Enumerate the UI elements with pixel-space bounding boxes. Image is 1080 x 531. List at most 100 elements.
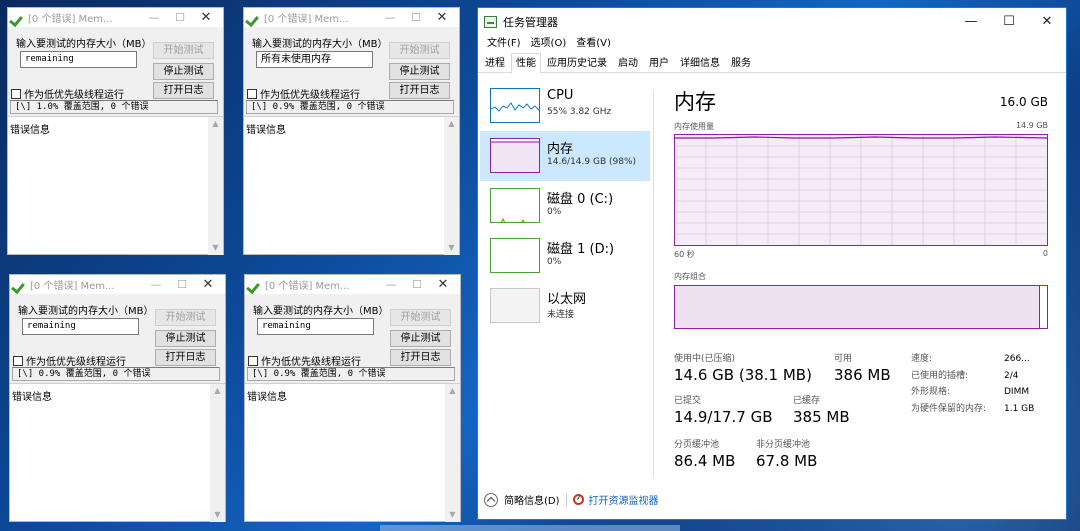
error-log-area[interactable]: 错误信息 ▲ ▼ (10, 383, 225, 522)
tab-users[interactable]: 用户 (644, 53, 674, 72)
sidebar-item-memory[interactable]: 内存 14.6/14.9 GB (98%) (480, 131, 650, 181)
open-resource-monitor-link[interactable]: 打开资源监视器 (589, 492, 659, 507)
log-scrollbar[interactable]: ▲ ▼ (210, 384, 225, 522)
maximize-icon[interactable]: ☐ (169, 275, 195, 294)
maximize-icon[interactable]: ☐ (403, 8, 429, 27)
task-manager-window[interactable]: 任务管理器 — ☐ ✕ 文件(F) 选项(O) 查看(V) 进程 性能 应用历史… (477, 7, 1067, 520)
stat-label: 已缓存 (793, 396, 821, 406)
graph-axis-right: 0 (1042, 249, 1048, 258)
start-test-button[interactable]: 开始测试 (155, 309, 216, 326)
menu-view[interactable]: 查看(V) (571, 35, 616, 53)
size-input[interactable]: remaining (20, 51, 137, 68)
minimize-icon[interactable]: — (141, 8, 167, 27)
start-test-button[interactable]: 开始测试 (153, 42, 214, 59)
stat-label: 已提交 (674, 396, 702, 406)
stop-test-button[interactable]: 停止测试 (153, 63, 214, 80)
low-priority-option[interactable]: 作为低优先级线程运行 (11, 86, 124, 101)
open-log-button[interactable]: 打开日志 (153, 82, 214, 99)
stop-test-button[interactable]: 停止测试 (390, 330, 451, 347)
tab-app-history[interactable]: 应用历史记录 (542, 53, 612, 72)
scroll-down-icon[interactable]: ▼ (208, 241, 223, 255)
low-priority-checkbox[interactable] (247, 88, 257, 99)
title-bar[interactable]: [0 个错误] Mem... — ☐ ✕ (8, 8, 223, 27)
menu-options[interactable]: 选项(O) (526, 35, 572, 53)
minimize-icon[interactable]: — (143, 275, 169, 294)
stat-paged-pool: 分页缓冲池 86.4 MB (674, 437, 735, 470)
fewer-details-button[interactable]: 简略信息(D) (504, 492, 560, 507)
maximize-icon[interactable]: ☐ (404, 275, 430, 294)
start-test-button[interactable]: 开始测试 (390, 309, 451, 326)
slots-label: 已使用的插槽: (911, 370, 969, 381)
memtest-window-2[interactable]: [0 个错误] Mem... — ☐ ✕ 输入要测试的内存大小（MB） 所有未使… (243, 7, 460, 255)
low-priority-checkbox[interactable] (13, 355, 23, 366)
resource-monitor-icon[interactable] (572, 494, 584, 505)
tab-processes[interactable]: 进程 (480, 53, 510, 72)
sidebar-name: 内存 (547, 142, 574, 157)
scroll-up-icon[interactable]: ▲ (208, 117, 223, 131)
size-input[interactable]: 所有未使用内存 (256, 51, 373, 68)
close-icon[interactable]: ✕ (429, 8, 455, 27)
close-icon[interactable]: ✕ (195, 275, 221, 294)
size-label: 输入要测试的内存大小（MB） (253, 306, 389, 317)
error-log-area[interactable]: 错误信息 ▲ ▼ (245, 383, 460, 522)
memtest-window-1[interactable]: [0 个错误] Mem... — ☐ ✕ 输入要测试的内存大小（MB） rema… (7, 7, 224, 255)
stat-label: 分页缓冲池 (674, 440, 720, 450)
scroll-down-icon[interactable]: ▼ (444, 241, 459, 255)
minimize-icon[interactable]: — (952, 8, 990, 35)
low-priority-option[interactable]: 作为低优先级线程运行 (247, 86, 360, 101)
title-bar[interactable]: [0 个错误] Mem... — ☐ ✕ (244, 8, 459, 27)
open-log-button[interactable]: 打开日志 (390, 349, 451, 366)
scroll-down-icon[interactable]: ▼ (445, 508, 460, 522)
title-bar[interactable]: [0 个错误] Mem... — ☐ ✕ (245, 275, 460, 294)
sidebar-item-ethernet[interactable]: 以太网 未连接 (480, 281, 650, 331)
chevron-up-icon[interactable] (484, 492, 498, 507)
scroll-up-icon[interactable]: ▲ (444, 117, 459, 131)
minimize-icon[interactable]: — (377, 8, 403, 27)
composition-in-use (675, 286, 1040, 328)
log-scrollbar[interactable]: ▲ ▼ (445, 384, 460, 522)
close-icon[interactable]: ✕ (430, 275, 456, 294)
scroll-up-icon[interactable]: ▲ (210, 384, 225, 398)
maximize-icon[interactable]: ☐ (167, 8, 193, 27)
error-log-area[interactable]: 错误信息 ▲ ▼ (244, 116, 459, 255)
sidebar-item-disk-0[interactable]: 磁盘 0 (C:) 0% (480, 181, 650, 231)
pane-divider[interactable] (653, 90, 654, 478)
tab-services[interactable]: 服务 (726, 53, 756, 72)
minimize-icon[interactable]: — (378, 275, 404, 294)
error-info-label: 错误信息 (246, 125, 286, 136)
close-icon[interactable]: ✕ (193, 8, 219, 27)
size-input[interactable]: remaining (22, 318, 139, 335)
log-scrollbar[interactable]: ▲ ▼ (444, 117, 459, 255)
title-bar[interactable]: [0 个错误] Mem... — ☐ ✕ (10, 275, 225, 294)
memtest-window-3[interactable]: [0 个错误] Mem... — ☐ ✕ 输入要测试的内存大小（MB） rema… (9, 274, 226, 522)
stat-value: 14.6 GB (38.1 MB) (674, 366, 812, 384)
scroll-down-icon[interactable]: ▼ (210, 508, 225, 522)
scroll-up-icon[interactable]: ▲ (445, 384, 460, 398)
stat-in-use: 使用中(已压缩) 14.6 GB (38.1 MB) (674, 351, 812, 384)
tab-startup[interactable]: 启动 (613, 53, 643, 72)
memtest-logo-icon (11, 12, 23, 24)
low-priority-option[interactable]: 作为低优先级线程运行 (248, 353, 361, 368)
open-log-button[interactable]: 打开日志 (389, 82, 450, 99)
tab-details[interactable]: 详细信息 (675, 53, 725, 72)
disk-thumbnail (490, 238, 540, 273)
close-icon[interactable]: ✕ (1028, 8, 1066, 35)
stop-test-button[interactable]: 停止测试 (155, 330, 216, 347)
usage-graph-svg (675, 135, 1047, 245)
open-log-button[interactable]: 打开日志 (155, 349, 216, 366)
menu-file[interactable]: 文件(F) (482, 35, 526, 53)
tab-performance[interactable]: 性能 (511, 53, 541, 74)
maximize-icon[interactable]: ☐ (990, 8, 1028, 35)
memtest-window-4[interactable]: [0 个错误] Mem... — ☐ ✕ 输入要测试的内存大小（MB） rema… (244, 274, 461, 522)
size-input[interactable]: remaining (257, 318, 374, 335)
low-priority-checkbox[interactable] (248, 355, 258, 366)
log-scrollbar[interactable]: ▲ ▼ (208, 117, 223, 255)
sidebar-item-disk-1[interactable]: 磁盘 1 (D:) 0% (480, 231, 650, 281)
low-priority-option[interactable]: 作为低优先级线程运行 (13, 353, 126, 368)
start-test-button[interactable]: 开始测试 (389, 42, 450, 59)
sidebar-item-cpu[interactable]: CPU 55% 3.82 GHz (480, 81, 650, 131)
low-priority-checkbox[interactable] (11, 88, 21, 99)
stop-test-button[interactable]: 停止测试 (389, 63, 450, 80)
title-bar[interactable]: 任务管理器 — ☐ ✕ (478, 8, 1066, 35)
error-log-area[interactable]: 错误信息 ▲ ▼ (8, 116, 223, 255)
